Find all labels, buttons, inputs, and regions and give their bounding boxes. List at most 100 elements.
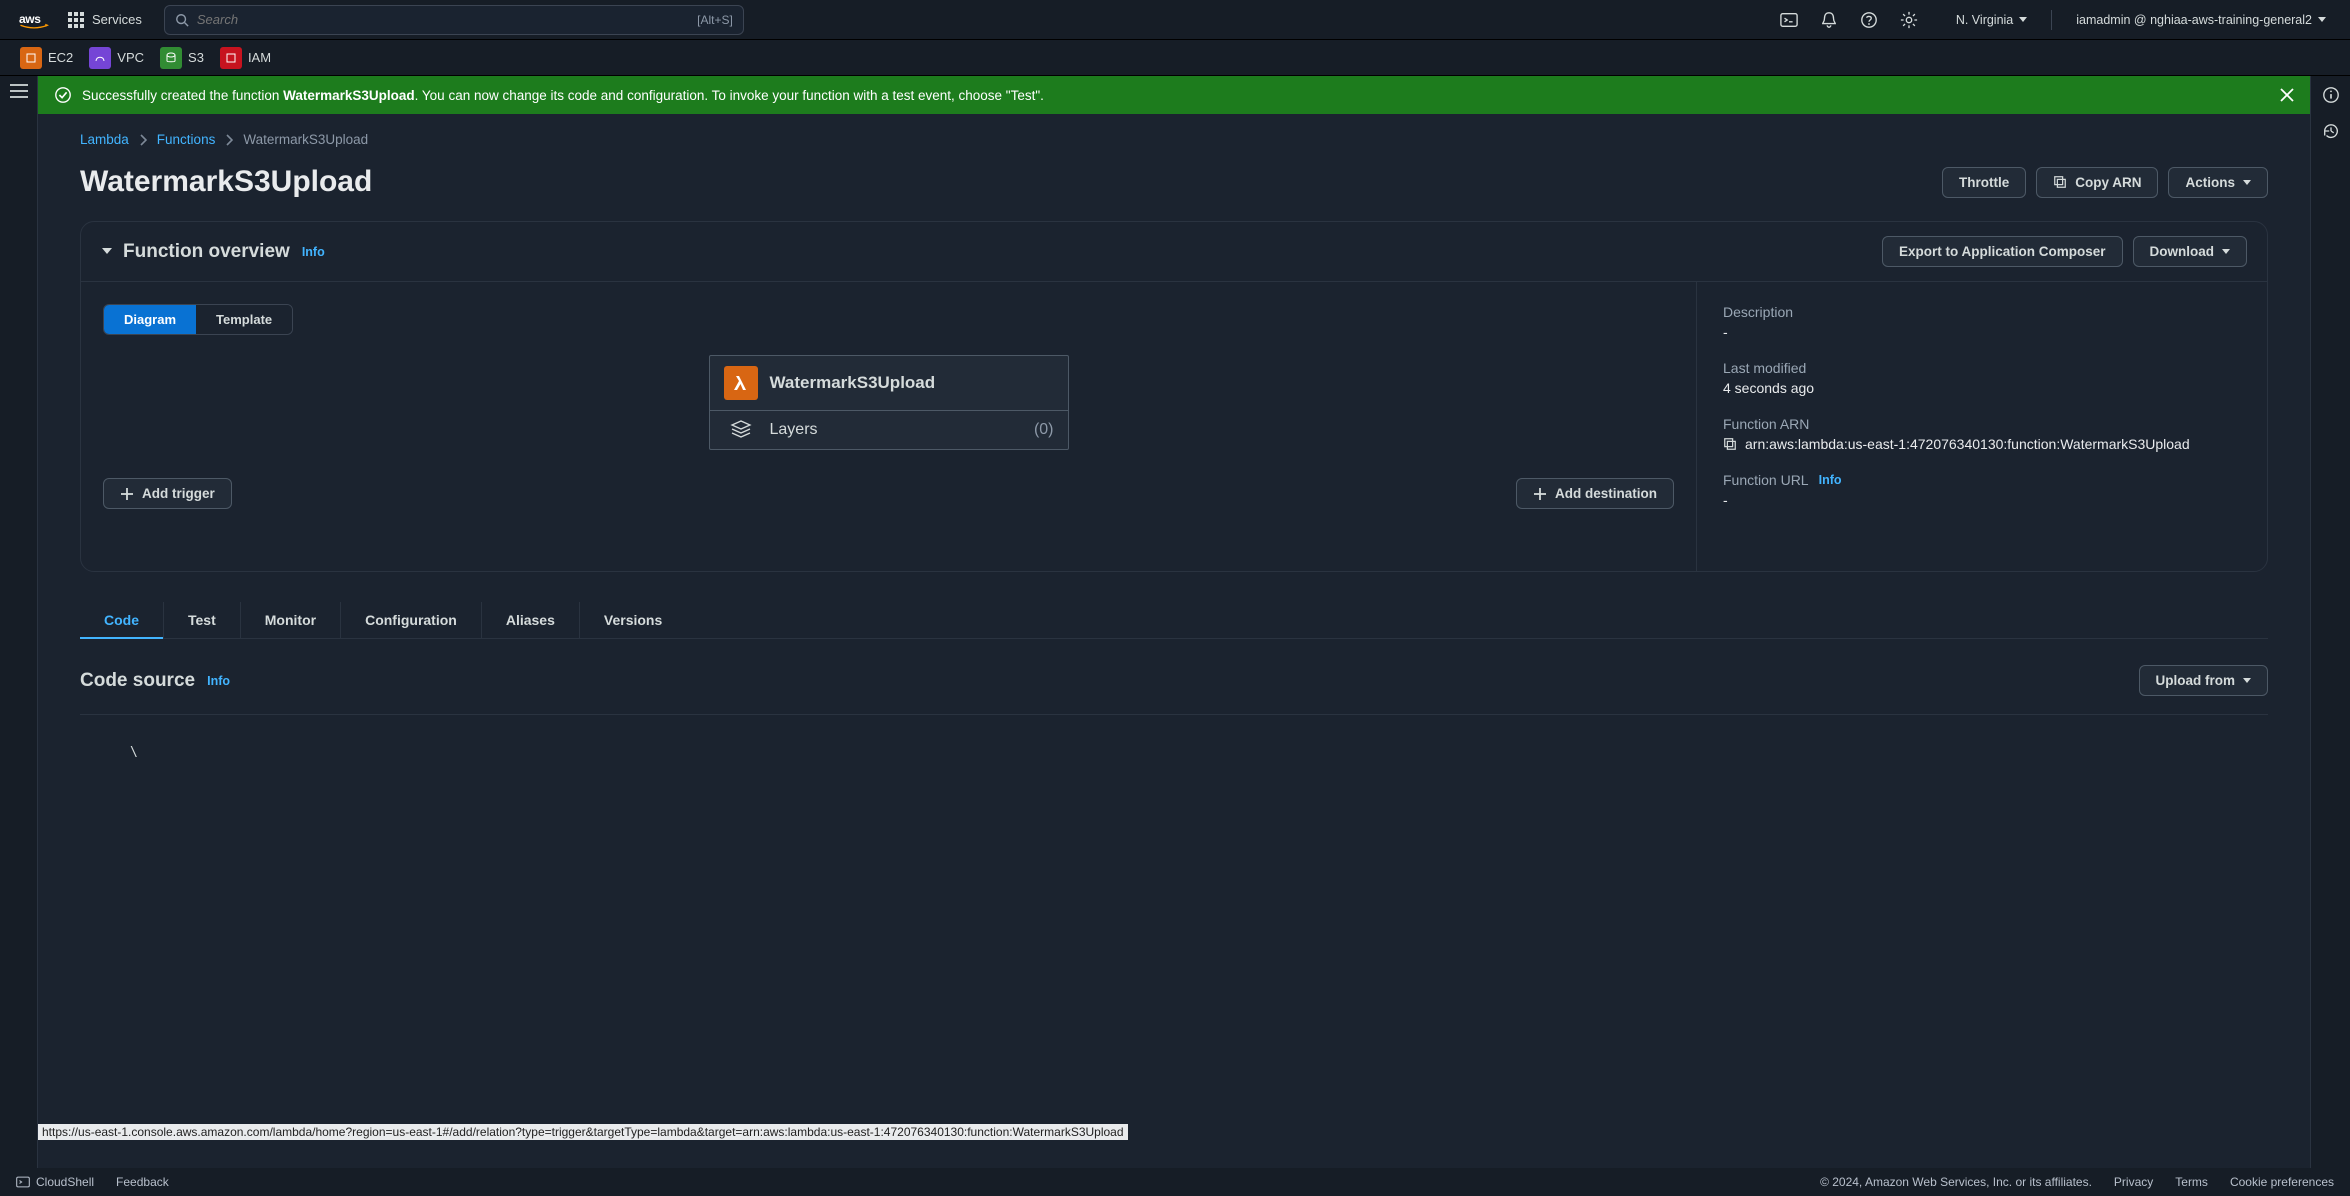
modified-value: 4 seconds ago — [1723, 380, 2241, 396]
search-shortcut: [Alt+S] — [697, 13, 733, 27]
aws-logo[interactable]: aws — [14, 11, 54, 29]
history-icon[interactable] — [2322, 122, 2340, 140]
close-icon[interactable] — [2280, 88, 2294, 102]
caret-down-icon — [2243, 678, 2251, 683]
tab-monitor[interactable]: Monitor — [241, 602, 341, 638]
layers-row[interactable]: Layers (0) — [710, 411, 1068, 449]
ec2-icon — [20, 47, 42, 69]
feedback-link[interactable]: Feedback — [116, 1175, 169, 1189]
cloudshell-icon[interactable] — [1780, 11, 1798, 29]
upload-from-button[interactable]: Upload from — [2139, 665, 2269, 696]
notifications-icon[interactable] — [1820, 11, 1838, 29]
plus-icon — [1533, 487, 1547, 501]
svg-text:aws: aws — [19, 12, 41, 26]
shortcut-iam[interactable]: IAM — [220, 47, 271, 69]
right-rail — [2310, 76, 2350, 1168]
export-button[interactable]: Export to Application Composer — [1882, 236, 2123, 267]
crumb-functions[interactable]: Functions — [157, 132, 216, 147]
function-meta: Description - Last modified 4 seconds ag… — [1697, 282, 2267, 571]
code-source-info[interactable]: Info — [207, 674, 230, 688]
seg-template[interactable]: Template — [196, 305, 292, 334]
code-editor-area[interactable]: \ — [80, 715, 2268, 875]
tab-configuration[interactable]: Configuration — [341, 602, 482, 638]
banner-text: Successfully created the function Waterm… — [82, 88, 1044, 103]
cookie-link[interactable]: Cookie preferences — [2230, 1175, 2334, 1189]
copy-arn-button[interactable]: Copy ARN — [2036, 167, 2158, 198]
search-icon — [175, 13, 189, 27]
caret-down-icon — [2243, 180, 2251, 185]
tab-versions[interactable]: Versions — [580, 602, 686, 638]
success-check-icon — [54, 86, 72, 104]
caret-down-icon — [2019, 17, 2027, 22]
crumb-current: WatermarkS3Upload — [243, 132, 368, 147]
url-label: Function URL — [1723, 472, 1809, 488]
chevron-right-icon — [139, 134, 147, 146]
caret-down-icon — [2222, 249, 2230, 254]
divider — [2051, 10, 2052, 30]
shortcut-s3[interactable]: S3 — [160, 47, 204, 69]
function-node[interactable]: WatermarkS3Upload Layers (0) — [709, 355, 1069, 450]
arn-label: Function ARN — [1723, 416, 2241, 432]
diagram-area: Diagram Template WatermarkS3Upload — [81, 282, 1697, 571]
code-source-title: Code source — [80, 670, 195, 692]
iam-icon — [220, 47, 242, 69]
chevron-right-icon — [225, 134, 233, 146]
overview-info-link[interactable]: Info — [302, 245, 325, 259]
side-panel-toggle[interactable] — [0, 76, 38, 1168]
status-url: https://us-east-1.console.aws.amazon.com… — [38, 1124, 1128, 1140]
tab-test[interactable]: Test — [164, 602, 241, 638]
search-input[interactable] — [197, 12, 697, 27]
page-title: WatermarkS3Upload — [80, 165, 372, 199]
shortcut-ec2[interactable]: EC2 — [20, 47, 73, 69]
info-panel-icon[interactable] — [2322, 86, 2340, 104]
vpc-icon — [89, 47, 111, 69]
modified-label: Last modified — [1723, 360, 2241, 376]
description-value: - — [1723, 324, 2241, 340]
overview-title: Function overview — [123, 241, 290, 263]
arn-value: arn:aws:lambda:us-east-1:472076340130:fu… — [1745, 436, 2190, 452]
cloudshell-icon — [16, 1175, 30, 1189]
cloudshell-link[interactable]: CloudShell — [16, 1175, 94, 1189]
success-banner: Successfully created the function Waterm… — [38, 76, 2310, 114]
breadcrumb: Lambda Functions WatermarkS3Upload — [80, 132, 2268, 147]
seg-diagram[interactable]: Diagram — [104, 305, 196, 334]
tab-aliases[interactable]: Aliases — [482, 602, 580, 638]
tab-code[interactable]: Code — [80, 602, 164, 638]
grid-icon — [68, 12, 84, 28]
hamburger-icon — [10, 84, 28, 98]
url-value: - — [1723, 492, 2241, 508]
user-menu[interactable]: iamadmin @ nghiaa-aws-training-general2 — [2066, 13, 2336, 27]
function-tabs: Code Test Monitor Configuration Aliases … — [80, 602, 2268, 639]
copyright: © 2024, Amazon Web Services, Inc. or its… — [1820, 1175, 2092, 1189]
plus-icon — [120, 487, 134, 501]
search-input-container[interactable]: [Alt+S] — [164, 5, 744, 35]
terms-link[interactable]: Terms — [2175, 1175, 2208, 1189]
add-destination-button[interactable]: Add destination — [1516, 478, 1674, 509]
privacy-link[interactable]: Privacy — [2114, 1175, 2153, 1189]
download-button[interactable]: Download — [2133, 236, 2248, 267]
services-button[interactable]: Services — [68, 12, 142, 28]
copy-icon — [2053, 175, 2067, 189]
description-label: Description — [1723, 304, 2241, 320]
region-selector[interactable]: N. Virginia — [1946, 13, 2037, 27]
top-nav: aws Services [Alt+S] N. Virginia iamadmi… — [0, 0, 2350, 40]
shortcut-vpc[interactable]: VPC — [89, 47, 144, 69]
view-segmented-control: Diagram Template — [103, 304, 293, 335]
s3-icon — [160, 47, 182, 69]
function-node-name: WatermarkS3Upload — [770, 373, 936, 393]
actions-button[interactable]: Actions — [2168, 167, 2268, 198]
collapse-toggle[interactable] — [101, 243, 113, 261]
function-overview-panel: Function overview Info Export to Applica… — [80, 221, 2268, 572]
layers-icon — [724, 420, 758, 440]
service-shortcuts-bar: EC2 VPC S3 IAM — [0, 40, 2350, 76]
url-info-link[interactable]: Info — [1819, 473, 1842, 487]
footer: CloudShell Feedback © 2024, Amazon Web S… — [0, 1168, 2350, 1196]
add-trigger-button[interactable]: Add trigger — [103, 478, 232, 509]
caret-down-icon — [2318, 17, 2326, 22]
help-icon[interactable] — [1860, 11, 1878, 29]
copy-icon[interactable] — [1723, 437, 1737, 451]
caret-down-icon — [101, 246, 113, 256]
crumb-lambda[interactable]: Lambda — [80, 132, 129, 147]
throttle-button[interactable]: Throttle — [1942, 167, 2026, 198]
settings-icon[interactable] — [1900, 11, 1918, 29]
